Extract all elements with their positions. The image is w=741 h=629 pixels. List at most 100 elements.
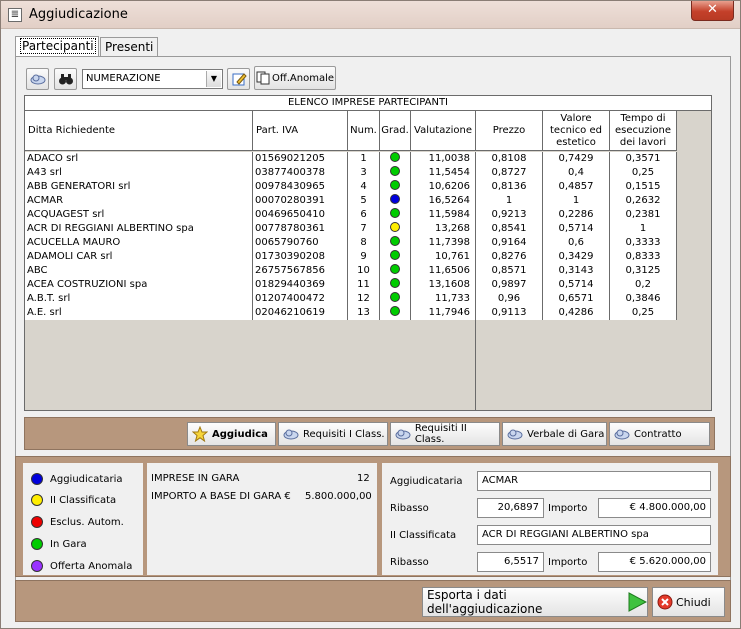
valutazione-cell: 16,5264 xyxy=(411,194,476,208)
table-row[interactable]: ADAMOLI CAR srl 01730390208 9 10,761 0,8276 0… xyxy=(25,250,677,264)
table-row[interactable]: A.B.T. srl 01207400472 12 11,733 0,96 0,6571 0… xyxy=(25,292,677,306)
valore-cell: 0,4857 xyxy=(543,180,610,194)
yellow-dot-icon xyxy=(390,222,400,232)
blue-dot-icon xyxy=(31,473,43,485)
column-header-valutazione[interactable]: Valutazione xyxy=(411,111,476,151)
tempo-cell: 0,2 xyxy=(610,278,677,292)
tempo-cell: 0,8333 xyxy=(610,250,677,264)
grad-cell xyxy=(380,166,411,180)
green-dot-icon xyxy=(390,292,400,302)
cloud-icon xyxy=(614,429,630,440)
table-row[interactable]: ACUCELLA MAURO 0065790760 8 11,7398 0,9164 0,… xyxy=(25,236,677,250)
prezzo-cell: 0,8541 xyxy=(476,222,543,236)
prezzo-cell: 0,96 xyxy=(476,292,543,306)
valore-cell: 0,6571 xyxy=(543,292,610,306)
edit-button[interactable] xyxy=(227,68,250,90)
num-cell: 11 xyxy=(348,278,380,292)
verbale-button[interactable]: Verbale di Gara xyxy=(502,422,607,446)
column-header-valore[interactable]: Valore tecnico ed estetico xyxy=(543,111,610,151)
tab-presenti[interactable]: Presenti xyxy=(100,37,158,57)
aggiudicataria-field[interactable]: ACMAR xyxy=(477,471,711,491)
ribasso-1-field[interactable]: 20,6897 xyxy=(477,498,544,518)
piva-cell: 00070280391 xyxy=(253,194,348,208)
tab-partecipanti[interactable]: Partecipanti xyxy=(15,36,99,57)
valutazione-cell: 11,733 xyxy=(411,292,476,306)
column-header-grad[interactable]: Grad. xyxy=(380,111,411,151)
tempo-cell: 0,25 xyxy=(610,306,677,320)
grid-divider xyxy=(475,152,476,410)
valutazione-cell: 10,761 xyxy=(411,250,476,264)
requisiti-ii-button[interactable]: Requisiti II Class. xyxy=(390,422,500,446)
binoculars-icon xyxy=(58,74,73,85)
chevron-down-icon[interactable]: ▼ xyxy=(206,71,221,87)
valore-cell: 0,4286 xyxy=(543,306,610,320)
chiudi-button[interactable]: Chiudi xyxy=(652,587,725,617)
table-row[interactable]: ACR DI REGGIANI ALBERTINO spa 00778780361… xyxy=(25,222,677,236)
ribasso-1-label: Ribasso xyxy=(390,503,429,514)
valutazione-cell: 11,5454 xyxy=(411,166,476,180)
piva-cell: 26757567856 xyxy=(253,264,348,278)
ditta-cell: ABC xyxy=(25,264,253,278)
footer-frame: Esporta i dati dell'aggiudicazione Chiud… xyxy=(15,580,731,622)
column-header-ditta[interactable]: Ditta Richiedente xyxy=(25,111,253,151)
tempo-cell: 0,2632 xyxy=(610,194,677,208)
table-row[interactable]: ABC 26757567856 10 11,6506 0,8571 0,3143 0,312… xyxy=(25,264,677,278)
cloud-tool-button[interactable] xyxy=(26,68,49,90)
valutazione-cell: 10,6206 xyxy=(411,180,476,194)
grid-column-headers: Ditta Richiedente Part. IVA Num. Grad. V… xyxy=(25,111,677,151)
num-cell: 4 xyxy=(348,180,380,194)
column-header-num[interactable]: Num. xyxy=(348,111,380,151)
valore-cell: 0,7429 xyxy=(543,152,610,166)
table-row[interactable]: ACMAR 00070280391 5 16,5264 1 1 0,2632 xyxy=(25,194,677,208)
num-cell: 10 xyxy=(348,264,380,278)
num-cell: 13 xyxy=(348,306,380,320)
requisiti-i-button[interactable]: Requisiti I Class. xyxy=(278,422,388,446)
num-cell: 3 xyxy=(348,166,380,180)
column-header-tempo[interactable]: Tempo di esecuzione dei lavori xyxy=(610,111,677,151)
piva-cell: 03877400378 xyxy=(253,166,348,180)
ii-classificata-field[interactable]: ACR DI REGGIANI ALBERTINO spa xyxy=(477,525,711,545)
num-cell: 1 xyxy=(348,152,380,166)
red-dot-icon xyxy=(31,516,43,528)
order-select[interactable]: NUMERAZIONE ▼ xyxy=(82,69,223,89)
esporta-button[interactable]: Esporta i dati dell'aggiudicazione xyxy=(422,587,648,617)
legend-box: Aggiudicataria II Classificata Esclus. A… xyxy=(23,463,143,575)
table-row[interactable]: ABB GENERATORI srl 00978430965 4 10,6206 0,8… xyxy=(25,180,677,194)
legend-esclus-autom: Esclus. Autom. xyxy=(31,516,124,528)
column-header-piva[interactable]: Part. IVA xyxy=(253,111,348,151)
prezzo-cell: 0,9897 xyxy=(476,278,543,292)
prezzo-cell: 0,8571 xyxy=(476,264,543,278)
legend-ii-classificata: II Classificata xyxy=(31,494,116,506)
aggiudica-button[interactable]: Aggiudica xyxy=(187,422,276,446)
importo-2-field[interactable]: € 5.620.000,00 xyxy=(598,552,711,572)
green-dot-icon xyxy=(390,208,400,218)
table-row[interactable]: ACQUAGEST srl 00469650410 6 11,5984 0,9213 0,… xyxy=(25,208,677,222)
table-row[interactable]: A43 srl 03877400378 3 11,5454 0,8727 0,4 0,25 xyxy=(25,166,677,180)
valutazione-cell: 11,7398 xyxy=(411,236,476,250)
close-button[interactable]: ✕ xyxy=(691,1,734,21)
piva-cell: 00469650410 xyxy=(253,208,348,222)
binoculars-button[interactable] xyxy=(54,68,77,90)
yellow-dot-icon xyxy=(31,494,43,506)
table-row[interactable]: A.E. srl 02046210619 13 11,7946 0,9113 0,4286… xyxy=(25,306,677,320)
table-row[interactable]: ADACO srl 01569021205 1 11,0038 0,8108 0,7429… xyxy=(25,152,677,166)
cloud-icon xyxy=(30,74,45,85)
tempo-cell: 0,2381 xyxy=(610,208,677,222)
tempo-cell: 1 xyxy=(610,222,677,236)
prezzo-cell: 0,8727 xyxy=(476,166,543,180)
prezzo-cell: 0,9113 xyxy=(476,306,543,320)
purple-dot-icon xyxy=(31,560,43,572)
importo-base-label: IMPORTO A BASE DI GARA € xyxy=(151,491,291,502)
contratto-button[interactable]: Contratto xyxy=(609,422,710,446)
grad-cell xyxy=(380,292,411,306)
column-header-prezzo[interactable]: Prezzo xyxy=(476,111,543,151)
aggiudicataria-label: Aggiudicataria xyxy=(390,476,463,487)
importo-1-field[interactable]: € 4.800.000,00 xyxy=(598,498,711,518)
ribasso-2-field[interactable]: 6,5517 xyxy=(477,552,544,572)
grad-cell xyxy=(380,208,411,222)
table-row[interactable]: ACEA COSTRUZIONI spa 01829440369 11 13,1608… xyxy=(25,278,677,292)
piva-cell: 01829440369 xyxy=(253,278,348,292)
green-dot-icon xyxy=(390,180,400,190)
off-anomale-button[interactable]: Off.Anomale xyxy=(254,66,336,90)
valore-cell: 0,5714 xyxy=(543,278,610,292)
